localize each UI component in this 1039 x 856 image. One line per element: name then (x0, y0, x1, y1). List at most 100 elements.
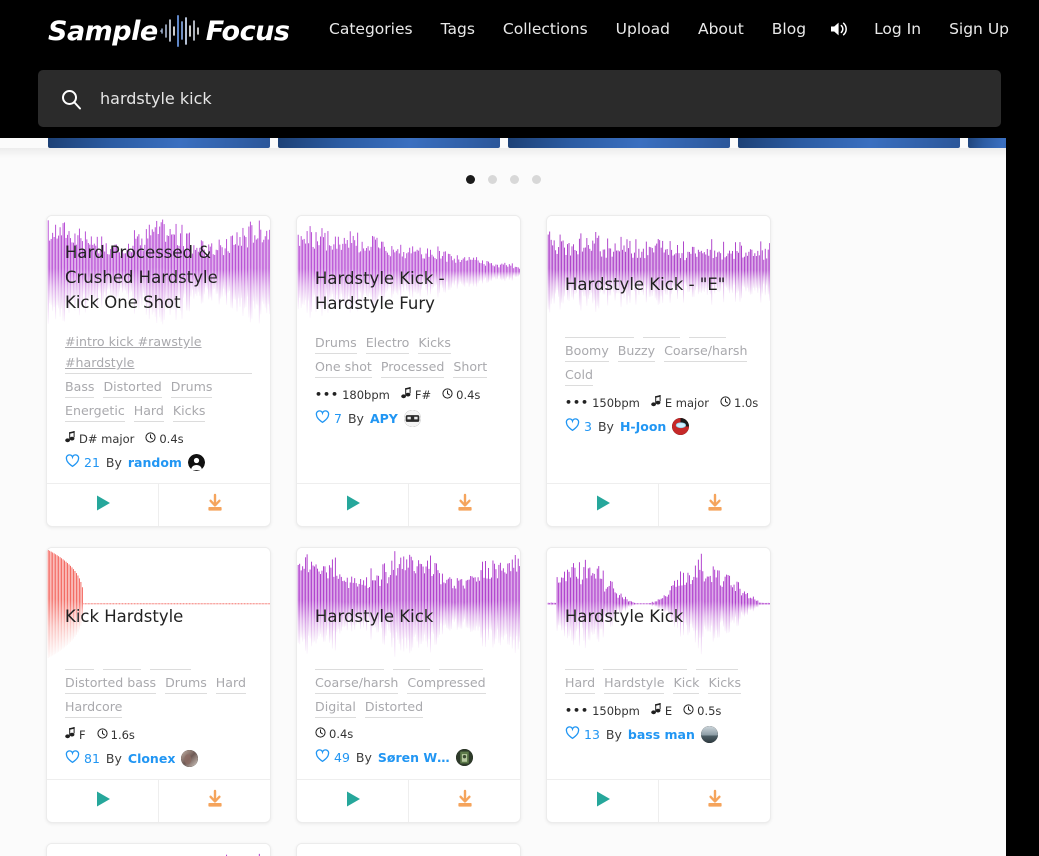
nav-item-upload[interactable]: Upload (602, 14, 684, 44)
author-link[interactable]: Clonex (128, 751, 176, 766)
sample-tag[interactable]: Electro (366, 332, 410, 354)
sample-tag[interactable]: Coarse/harsh (315, 672, 398, 694)
download-icon (205, 789, 225, 814)
sample-tag[interactable]: Processed (381, 356, 445, 378)
avatar[interactable] (404, 410, 421, 427)
like-button[interactable]: 81 (65, 750, 100, 767)
sample-title[interactable]: Hardstyle Kick (297, 604, 520, 642)
sample-title[interactable]: Hardstyle Kick - "E" (547, 272, 770, 310)
sample-tag[interactable]: Kicks (418, 332, 451, 354)
sample-card[interactable]: Kick HardstyleBassBuzzyDigitalDistorted … (46, 547, 271, 823)
sample-hashtags[interactable]: #intro kick #rawstyle #hardstyle (65, 331, 252, 374)
author-link[interactable]: random (128, 455, 182, 470)
sample-title[interactable]: Hardstyle Kick - Hardstyle Fury (297, 266, 520, 326)
sample-tag[interactable]: Kick (673, 672, 699, 694)
site-logo[interactable]: Sample Focus (48, 12, 289, 50)
sample-card[interactable]: Hardstyle Kick150bpmCoolDistortedDrumsHa… (296, 843, 521, 856)
sample-title[interactable]: Kick Hardstyle (47, 604, 270, 642)
nav-item-about[interactable]: About (684, 14, 758, 44)
search-bar[interactable] (38, 70, 1001, 127)
sample-tag[interactable]: Hard (216, 672, 246, 694)
avatar[interactable] (181, 750, 198, 767)
play-button[interactable] (547, 484, 659, 526)
sample-tag[interactable]: One shot (315, 356, 372, 378)
sample-card[interactable]: Hard Processed & Crushed Hardstyle Kick … (46, 215, 271, 527)
sample-tag[interactable]: Hard (134, 400, 164, 422)
download-button[interactable] (659, 780, 770, 822)
author-link[interactable]: H-Joon (620, 419, 666, 434)
music-note-icon (651, 395, 662, 410)
nav-signup-link[interactable]: Sign Up (935, 14, 1023, 44)
waveform-preview[interactable] (297, 844, 520, 856)
sample-card[interactable]: Hardstyle KickAggressiveBassyBoomyCoarse… (296, 547, 521, 823)
sample-bpm-value: 150bpm (592, 704, 640, 718)
sample-card[interactable]: Hardstyle KickBassCoarse/harshDrumsDryHa… (46, 843, 271, 856)
carousel-dot-2[interactable] (488, 175, 497, 184)
nav-item-tags[interactable]: Tags (427, 14, 489, 44)
avatar[interactable] (456, 749, 473, 766)
like-button[interactable]: 49 (315, 749, 350, 766)
download-button[interactable] (159, 484, 270, 526)
nav-item-collections[interactable]: Collections (489, 14, 602, 44)
clock-icon (720, 396, 731, 410)
waveform-preview[interactable] (47, 844, 270, 856)
sample-tag[interactable]: Hard (565, 672, 595, 694)
sample-tag[interactable]: Distorted (103, 376, 161, 398)
author-link[interactable]: Søren Witt... (378, 750, 450, 765)
sample-title[interactable]: Hardstyle Kick (547, 604, 770, 642)
play-button[interactable] (297, 780, 409, 822)
sample-tag[interactable]: Hardcore (65, 696, 122, 718)
download-button[interactable] (159, 780, 270, 822)
download-button[interactable] (409, 780, 520, 822)
play-button[interactable] (547, 780, 659, 822)
nav-login-link[interactable]: Log In (860, 14, 935, 44)
sample-tag[interactable]: Buzzy (618, 340, 655, 362)
play-button[interactable] (47, 484, 159, 526)
sample-tag[interactable]: Bass (65, 376, 94, 398)
sample-tag[interactable]: Distorted (365, 696, 423, 718)
like-button[interactable]: 21 (65, 454, 100, 471)
sample-tag[interactable]: Short (453, 356, 487, 378)
by-label: By (106, 751, 122, 766)
avatar[interactable] (701, 726, 718, 743)
sample-card[interactable]: Hardstyle Kick - "E"AggressiveAngryBassy… (546, 215, 771, 527)
carousel-dot-4[interactable] (532, 175, 541, 184)
sample-tag[interactable]: Drums (165, 672, 207, 694)
nav-item-blog[interactable]: Blog (758, 14, 820, 44)
sample-card[interactable]: Hardstyle KickBassCoarse/harshDrumsHardH… (546, 547, 771, 823)
speaker-icon[interactable] (820, 14, 860, 44)
like-button[interactable]: 7 (315, 410, 342, 427)
sample-tag[interactable]: Digital (315, 696, 356, 718)
sample-tag[interactable]: Kicks (173, 400, 206, 422)
author-link[interactable]: bass man (628, 727, 695, 742)
clock-icon (315, 727, 326, 741)
nav-item-categories[interactable]: Categories (315, 14, 427, 44)
author-link[interactable]: APY (370, 411, 398, 426)
like-button[interactable]: 13 (565, 726, 600, 743)
like-count: 81 (84, 751, 100, 766)
download-button[interactable] (659, 484, 770, 526)
play-button[interactable] (47, 780, 159, 822)
sample-tag[interactable]: Boomy (565, 340, 609, 362)
download-button[interactable] (409, 484, 520, 526)
sample-tag[interactable]: Cold (565, 364, 593, 386)
sample-tag[interactable]: Distorted bass (65, 672, 156, 694)
search-input[interactable] (100, 89, 1001, 108)
carousel-dot-3[interactable] (510, 175, 519, 184)
sample-tag[interactable]: Drums (315, 332, 357, 354)
sample-tag[interactable]: Energetic (65, 400, 125, 422)
avatar[interactable] (672, 418, 689, 435)
sample-tag[interactable]: Compressed (407, 672, 485, 694)
sample-tag[interactable]: Drums (171, 376, 213, 398)
sample-tag[interactable]: Kicks (708, 672, 741, 694)
sample-card[interactable]: Hardstyle Kick - Hardstyle Fury Drums Elec… (296, 215, 521, 527)
carousel-dot-1[interactable] (466, 175, 475, 184)
like-button[interactable]: 3 (565, 418, 592, 435)
sample-tag[interactable]: Hardstyle (604, 672, 664, 694)
carousel-dots[interactable] (0, 175, 1006, 184)
sample-title[interactable]: Hard Processed & Crushed Hardstyle Kick … (47, 240, 270, 325)
play-button[interactable] (297, 484, 409, 526)
sample-tag[interactable]: Coarse/harsh (664, 340, 747, 362)
avatar[interactable] (188, 454, 205, 471)
play-icon (593, 789, 613, 814)
